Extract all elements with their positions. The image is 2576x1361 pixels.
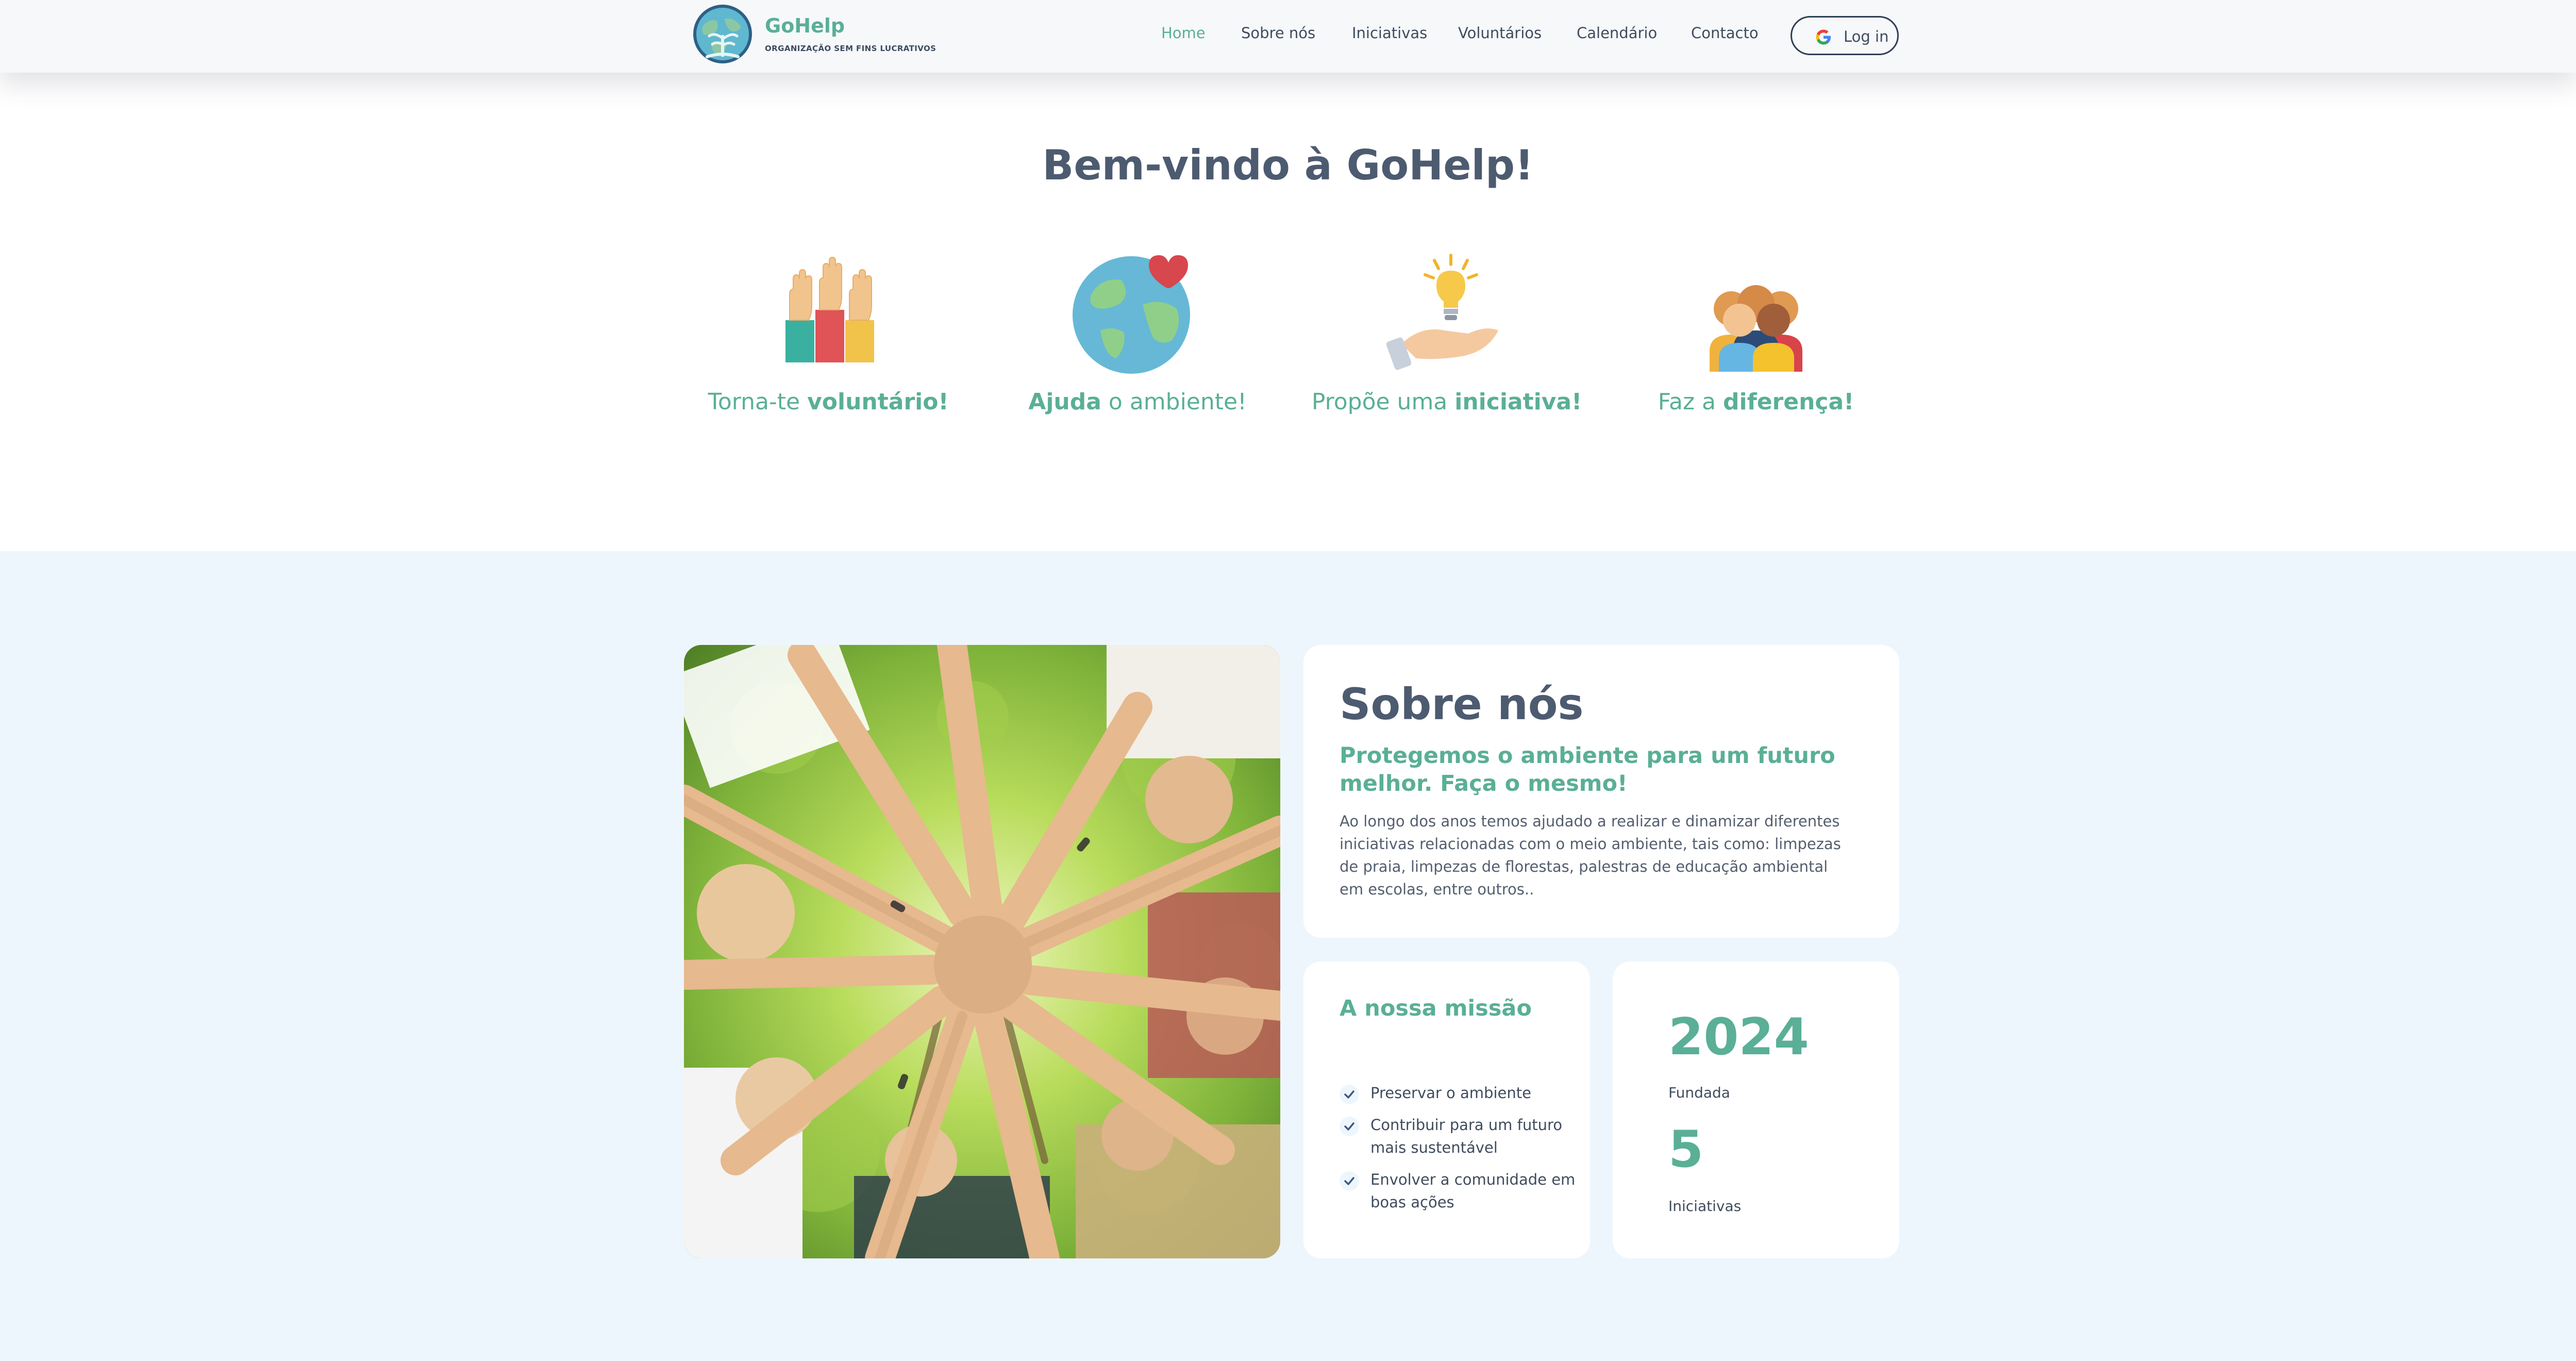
- about-card: Sobre nós Protegemos o ambiente para um …: [1303, 645, 1899, 938]
- nav-item-iniciativas[interactable]: Iniciativas: [1352, 24, 1427, 42]
- feature-initiative[interactable]: Propõe uma iniciativa!: [1312, 248, 1582, 415]
- login-label: Log in: [1844, 28, 1889, 45]
- globe-tree-logo-icon[interactable]: [692, 3, 754, 65]
- feature-volunteer[interactable]: Torna-te voluntário!: [694, 248, 962, 415]
- check-icon: [1340, 1085, 1359, 1104]
- nav-item-home[interactable]: Home: [1161, 24, 1206, 42]
- mission-card: A nossa missão Preservar o ambiente Cont…: [1303, 961, 1590, 1258]
- about-section: Sobre nós Protegemos o ambiente para um …: [0, 551, 2576, 1361]
- about-title: Sobre nós: [1340, 679, 1584, 729]
- brand-name[interactable]: GoHelp: [765, 14, 845, 37]
- check-icon: [1340, 1117, 1359, 1136]
- volunteers-joined-hands-photo: [684, 645, 1280, 1258]
- feature-environment[interactable]: Ajuda o ambiente!: [1003, 248, 1272, 415]
- nav-item-contacto[interactable]: Contacto: [1691, 24, 1759, 42]
- page-title: Bem-vindo à GoHelp!: [1042, 141, 1534, 189]
- brand-tagline: ORGANIZAÇÃO SEM FINS LUCRATIVOS: [765, 44, 936, 53]
- feature-difference[interactable]: Faz a diferença!: [1622, 248, 1890, 415]
- google-icon: [1815, 28, 1832, 46]
- nav-item-sobre-nos[interactable]: Sobre nós: [1241, 24, 1315, 42]
- stat-initiatives-value: 5: [1668, 1120, 1704, 1179]
- earth-heart-icon: [1073, 255, 1190, 374]
- nav-item-calendario[interactable]: Calendário: [1577, 24, 1657, 42]
- check-icon: [1340, 1171, 1359, 1191]
- feature-initiative-text: Propõe uma iniciativa!: [1311, 389, 1582, 415]
- stat-founded-label: Fundada: [1668, 1084, 1730, 1101]
- nav-item-voluntarios[interactable]: Voluntários: [1458, 24, 1542, 42]
- login-button[interactable]: Log in: [1791, 16, 1899, 55]
- about-subtitle: Protegemos o ambiente para um futuro mel…: [1340, 743, 1835, 796]
- hero-section: Bem-vindo à GoHelp! Torna-te voluntário!…: [0, 73, 2576, 551]
- people-group-icon: [1710, 285, 1802, 372]
- stats-card: 2024 Fundada 5 Iniciativas: [1613, 961, 1899, 1258]
- about-description: Ao longo dos anos temos ajudado a realiz…: [1340, 812, 1841, 898]
- feature-volunteer-text: Torna-te voluntário!: [708, 389, 949, 415]
- site-header: GoHelp ORGANIZAÇÃO SEM FINS LUCRATIVOS H…: [0, 0, 2576, 73]
- stat-initiatives-label: Iniciativas: [1668, 1198, 1742, 1215]
- mission-title: A nossa missão: [1340, 995, 1532, 1021]
- lightbulb-hand-icon: [1386, 254, 1498, 370]
- raised-hands-icon: [785, 256, 874, 362]
- stat-founded-value: 2024: [1668, 1008, 1809, 1067]
- feature-difference-text: Faz a diferença!: [1658, 389, 1854, 415]
- feature-environment-text: Ajuda o ambiente!: [1028, 389, 1247, 415]
